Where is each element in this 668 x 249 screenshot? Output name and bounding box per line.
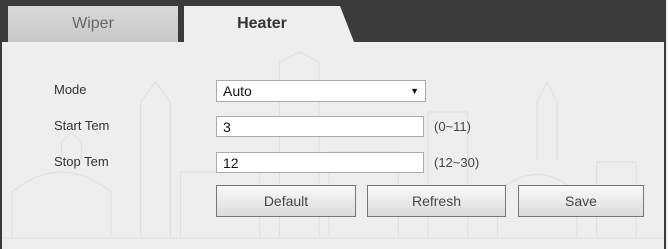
stop-temp-label: Stop Tem [54, 154, 109, 169]
stop-temp-input[interactable] [216, 152, 424, 173]
start-temp-label: Start Tem [54, 118, 110, 133]
heater-settings-panel: Wiper Heater Mode Auto ▼ Start Tem (0~11… [0, 0, 666, 249]
start-temp-range: (0~11) [434, 119, 471, 134]
refresh-button[interactable]: Refresh [367, 185, 506, 217]
default-button[interactable]: Default [216, 185, 356, 217]
tab-heater[interactable]: Heater [184, 6, 354, 42]
tab-wiper-label: Wiper [72, 15, 114, 32]
stop-temp-range: (12~30) [434, 155, 480, 170]
mode-label: Mode [54, 82, 87, 97]
dropdown-arrow-icon: ▼ [410, 86, 419, 96]
tab-heater-label: Heater [237, 15, 287, 32]
mode-selected-value: Auto [223, 83, 252, 99]
tab-bar: Wiper Heater [2, 0, 664, 42]
city-skyline-watermark [2, 51, 664, 239]
start-temp-input[interactable] [216, 116, 424, 137]
tab-wiper[interactable]: Wiper [8, 6, 178, 42]
save-button[interactable]: Save [518, 185, 644, 217]
mode-select[interactable]: Auto ▼ [216, 80, 426, 102]
